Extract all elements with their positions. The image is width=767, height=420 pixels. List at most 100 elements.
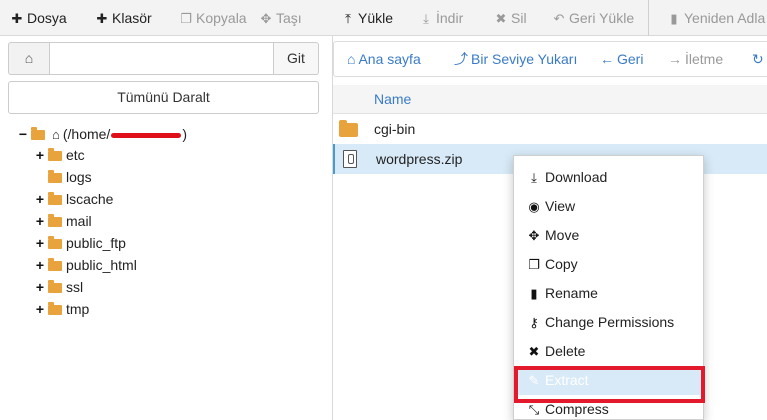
tree-item-label: etc	[66, 147, 85, 163]
file-name: wordpress.zip	[376, 151, 463, 167]
file-icon: ▮	[530, 286, 538, 301]
collapse-all-button[interactable]: Tümünü Daralt	[8, 81, 319, 114]
tree-item-label: lscache	[66, 191, 114, 207]
tree-item-label: logs	[66, 169, 92, 185]
expand-toggle[interactable]: +	[34, 189, 46, 209]
expand-toggle[interactable]: +	[34, 211, 46, 231]
folder-icon	[48, 214, 62, 227]
plus-icon: ✚	[96, 11, 108, 26]
menu-item-move[interactable]: ✥ Move	[514, 221, 703, 250]
move-button[interactable]: ✥ Taşı	[259, 0, 302, 36]
home-nav-button[interactable]: ⌂ Ana sayfa	[347, 42, 421, 76]
reload-button[interactable]: ↻	[752, 42, 767, 76]
tree-item-public-ftp[interactable]: + public_ftp	[34, 233, 126, 253]
folder-icon	[48, 258, 62, 271]
level-up-icon: ⤴	[454, 51, 468, 67]
copy-button[interactable]: ❐ Kopyala	[179, 0, 246, 36]
tree-item-logs[interactable]: logs	[34, 167, 92, 187]
folder-icon	[48, 170, 62, 183]
download-icon: ⤓	[423, 11, 429, 26]
forward-button[interactable]: → İletme	[668, 42, 723, 76]
pencil-icon: ✎	[528, 373, 540, 388]
tree-item-etc[interactable]: + etc	[34, 145, 85, 165]
eye-icon: ◉	[528, 199, 540, 214]
undo-icon: ↶	[553, 11, 565, 26]
folder-icon	[48, 192, 62, 205]
file-list-header: Name	[333, 85, 767, 114]
file-name: cgi-bin	[374, 121, 416, 137]
home-path-button[interactable]: ⌂	[8, 42, 49, 75]
rename-button[interactable]: ▮ Yeniden Adla	[667, 0, 765, 36]
download-button[interactable]: ⤓ İndir	[419, 0, 463, 36]
menu-item-download[interactable]: ⤓ Download	[514, 163, 703, 192]
collapse-toggle[interactable]: −	[17, 124, 29, 144]
tree-item-label: ssl	[66, 279, 84, 295]
upload-button[interactable]: ⤒ Yükle	[341, 0, 393, 36]
toolbar-separator	[648, 0, 649, 36]
folder-icon	[48, 280, 62, 293]
menu-item-delete[interactable]: ✖ Delete	[514, 337, 703, 366]
tree-item-label: mail	[66, 213, 92, 229]
folder-icon	[48, 302, 62, 315]
up-one-level-button[interactable]: ⤴ Bir Seviye Yukarı	[454, 42, 577, 76]
toolbar: ✚ Dosya ✚ Klasör ❐ Kopyala ✥ Taşı ⤒ Yükle ⤓ İn…	[0, 0, 767, 36]
arrow-right-icon: →	[668, 51, 682, 67]
tree-item-mail[interactable]: + mail	[34, 211, 92, 231]
home-icon: ⌂	[52, 127, 60, 142]
back-button[interactable]: ← Geri	[600, 42, 643, 76]
file-row-cgi-bin[interactable]: cgi-bin	[333, 114, 767, 144]
plus-icon: ✚	[11, 11, 23, 26]
tree-item-label: public_ftp	[66, 235, 126, 251]
expand-toggle[interactable]: +	[34, 299, 46, 319]
folder-icon	[339, 120, 358, 137]
menu-item-compress[interactable]: ⤡ Compress	[514, 395, 703, 420]
new-folder-button[interactable]: ✚ Klasör	[95, 0, 152, 36]
folder-icon	[48, 148, 62, 161]
folder-open-icon	[31, 127, 45, 140]
expand-toggle[interactable]: +	[34, 145, 46, 165]
tree-item-tmp[interactable]: + tmp	[34, 299, 89, 319]
copy-icon: ❐	[180, 11, 192, 26]
expand-toggle[interactable]: +	[34, 277, 46, 297]
tree-item-label: public_html	[66, 257, 137, 273]
refresh-icon: ↻	[752, 51, 764, 67]
menu-item-rename[interactable]: ▮ Rename	[514, 279, 703, 308]
key-icon: ⚷	[529, 315, 539, 330]
navigation-bar: ⌂ Ana sayfa ⤴ Bir Seviye Yukarı ← Geri → İle…	[333, 41, 767, 77]
restore-button[interactable]: ↶ Geri Yükle	[552, 0, 635, 36]
go-button[interactable]: Git	[273, 42, 319, 75]
redaction-mark	[111, 132, 182, 138]
expand-toggle[interactable]: +	[34, 255, 46, 275]
tree-item-ssl[interactable]: + ssl	[34, 277, 83, 297]
upload-icon: ⤒	[345, 11, 351, 26]
file-icon: ▮	[670, 11, 678, 26]
path-input[interactable]	[49, 42, 274, 75]
tree-root-label: (/home/	[62, 126, 111, 142]
home-icon: ⌂	[347, 51, 356, 67]
home-icon: ⌂	[24, 50, 34, 66]
name-column-header[interactable]: Name	[374, 85, 411, 114]
arrow-left-icon: ←	[600, 51, 614, 67]
tree-item-lscache[interactable]: + lscache	[34, 189, 114, 209]
menu-item-change-permissions[interactable]: ⚷ Change Permissions	[514, 308, 703, 337]
expand-toggle[interactable]: +	[34, 233, 46, 253]
compress-icon: ⤡	[528, 402, 540, 417]
close-icon: ✖	[528, 344, 540, 359]
new-file-button[interactable]: ✚ Dosya	[10, 0, 67, 36]
move-icon: ✥	[528, 228, 540, 243]
menu-item-copy[interactable]: ❐ Copy	[514, 250, 703, 279]
tree-root[interactable]: − ⌂ (/home/)	[17, 124, 187, 144]
download-icon: ⤓	[531, 170, 537, 185]
close-icon: ✖	[495, 11, 507, 26]
tree-root-label-end: )	[182, 126, 187, 142]
menu-item-extract[interactable]: ✎ Extract	[514, 366, 703, 395]
menu-item-view[interactable]: ◉ View	[514, 192, 703, 221]
context-menu: ⤓ Download ◉ View ✥ Move ❐ Copy ▮ Rename ⚷ Cha…	[513, 155, 704, 420]
tree-item-label: tmp	[66, 301, 90, 317]
zip-file-icon	[343, 150, 357, 168]
delete-button[interactable]: ✖ Sil	[494, 0, 527, 36]
tree-item-public-html[interactable]: + public_html	[34, 255, 137, 275]
folder-icon	[48, 236, 62, 249]
move-icon: ✥	[260, 11, 272, 26]
copy-icon: ❐	[528, 257, 540, 272]
